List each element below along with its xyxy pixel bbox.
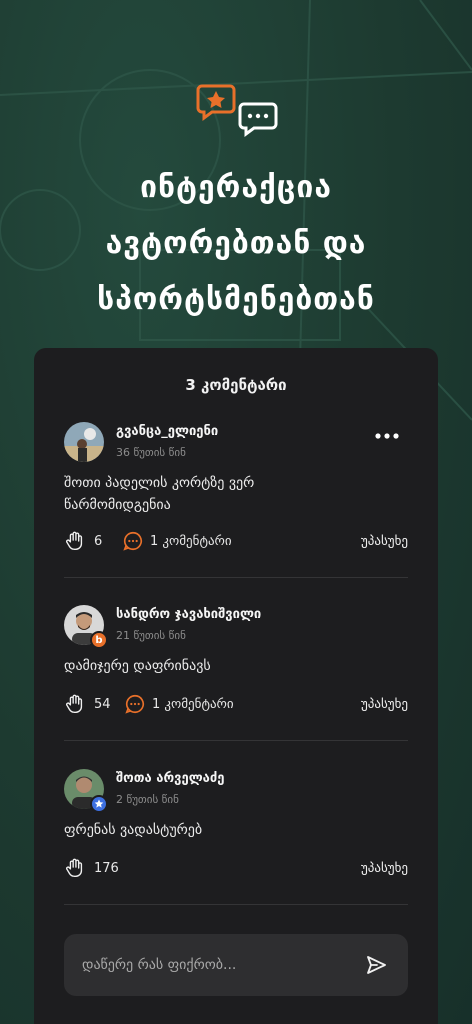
- avatar[interactable]: [64, 422, 104, 462]
- dots-chat-icon: [238, 102, 278, 137]
- like-count: 176: [94, 861, 119, 876]
- comment-actions: 6 1 კომენტარი უპასუხე: [64, 530, 408, 554]
- like-count: 54: [94, 697, 111, 712]
- hand-like-icon[interactable]: [64, 530, 86, 552]
- reply-button[interactable]: უპასუხე: [361, 534, 408, 549]
- comment-text: ფრენას ვადასტურებ: [64, 822, 203, 838]
- reply-bubble-icon[interactable]: [124, 693, 146, 715]
- like-count: 6: [94, 534, 103, 549]
- divider: [64, 740, 408, 741]
- comments-count-header: 3 კომენტარი: [185, 376, 287, 394]
- hero-title-line1: ინტერაქცია: [140, 170, 332, 205]
- comment-input[interactable]: [82, 934, 352, 996]
- send-icon[interactable]: [364, 953, 388, 977]
- hero-icons: [196, 82, 280, 138]
- comment-time: 21 წუთის წინ: [116, 629, 186, 642]
- hero-title-line3: სპორტსმენებთან: [97, 282, 375, 317]
- comment-actions: 176 უპასუხე: [64, 857, 408, 881]
- comment-actions: 54 1 კომენტარი უპასუხე: [64, 693, 408, 717]
- divider: [64, 904, 408, 905]
- reply-bubble-icon[interactable]: [122, 530, 144, 552]
- hand-like-icon[interactable]: [64, 857, 86, 879]
- hero-title-line2: ავტორებთან და: [105, 226, 367, 261]
- reply-count[interactable]: 1 კომენტარი: [152, 697, 234, 712]
- reply-button[interactable]: უპასუხე: [361, 861, 408, 876]
- reply-button[interactable]: უპასუხე: [361, 697, 408, 712]
- comment-text: დამიჯერე დაფრინავს: [64, 658, 211, 674]
- comment-time: 36 წუთის წინ: [116, 446, 186, 459]
- comment-author[interactable]: სანდრო ჯავახიშვილი: [116, 607, 261, 622]
- comment-author[interactable]: შოთა არველაძე: [116, 771, 224, 786]
- more-options-icon[interactable]: [374, 430, 400, 442]
- comment-text: შოთი პადელის კორტზე ვერ წარმომიდგენია: [64, 475, 255, 513]
- divider: [64, 577, 408, 578]
- reply-count[interactable]: 1 კომენტარი: [150, 534, 232, 549]
- hero-title: ინტერაქცია ავტორებთან და სპორტსმენებთან: [0, 160, 472, 328]
- comment-author[interactable]: გვანცა_ელიენი: [116, 424, 218, 439]
- comment-time: 2 წუთის წინ: [116, 793, 179, 806]
- hand-like-icon[interactable]: [64, 693, 86, 715]
- blogger-badge-icon: b: [90, 631, 108, 649]
- star-chat-icon: [196, 84, 236, 121]
- star-badge-icon: [90, 795, 108, 813]
- comment-input-box: [64, 934, 408, 996]
- comments-panel: 3 კომენტარი გვანცა_ელიენი 36 წუთის წინ შ…: [34, 348, 438, 1024]
